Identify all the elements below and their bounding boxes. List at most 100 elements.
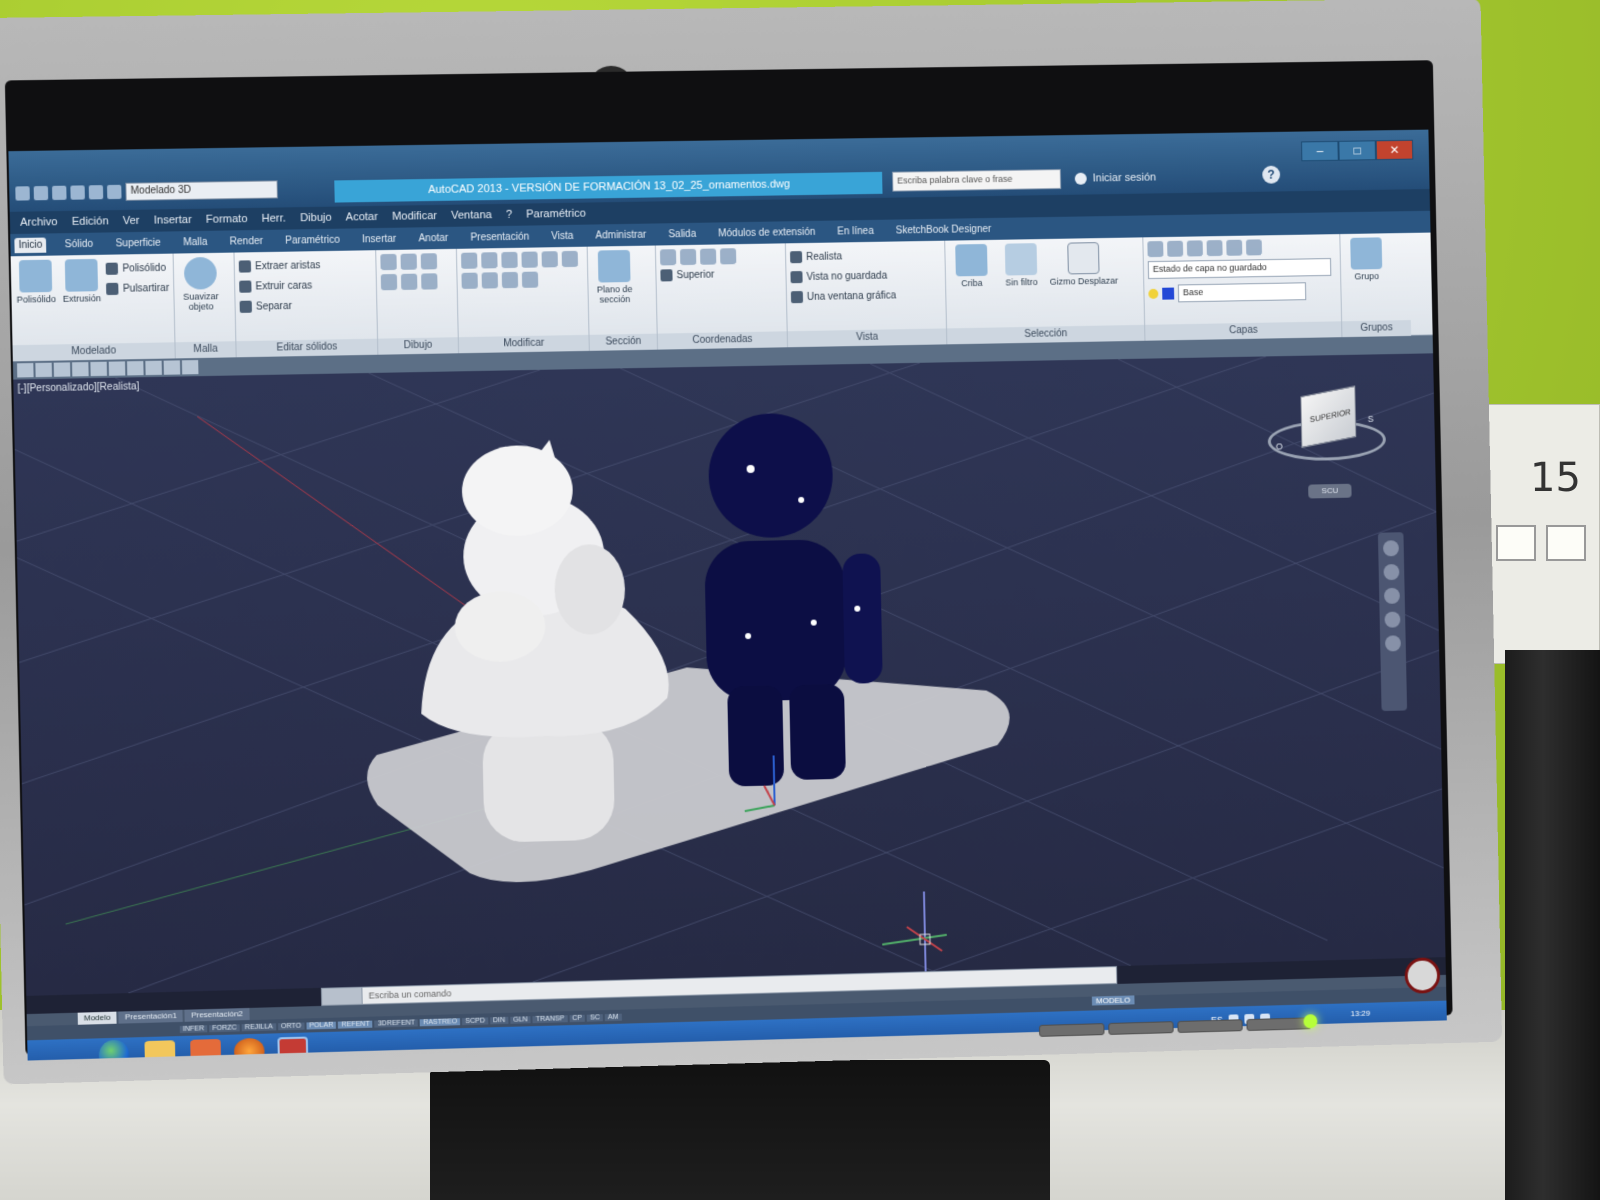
menu-item-ventana[interactable]: Ventana (451, 209, 492, 222)
panel-title-malla[interactable]: Malla (175, 341, 236, 359)
minimize-button[interactable]: – (1301, 140, 1339, 162)
extrude-button[interactable]: Extrusión (60, 258, 103, 316)
panel-title-dibujo[interactable]: Dibujo (378, 337, 459, 355)
workspace-select[interactable]: Modelado 3D (125, 180, 278, 201)
layer-properties-icon[interactable] (1147, 241, 1164, 258)
culling-button[interactable]: Criba (949, 243, 994, 301)
toggle-ducs[interactable]: SCPD (462, 1016, 488, 1025)
help-icon[interactable]: ? (1262, 165, 1281, 184)
polysolid-small-button[interactable]: Polisólido (106, 258, 169, 279)
separate-button[interactable]: Separar (239, 295, 372, 317)
rotate-icon[interactable] (481, 252, 498, 269)
menu-item-dibujo[interactable]: Dibujo (300, 212, 332, 225)
explorer-icon[interactable] (144, 1040, 176, 1061)
toggle-snap[interactable]: FORZC (209, 1023, 240, 1032)
fillet-icon[interactable] (461, 272, 478, 289)
circle-icon[interactable] (420, 253, 438, 270)
toolbar-tool-icon[interactable] (35, 362, 52, 378)
ucs-world-icon[interactable] (679, 248, 697, 266)
menu-item-parametrico[interactable]: Paramétrico (526, 208, 586, 221)
pan-icon[interactable] (1383, 564, 1400, 581)
taskbar-clock[interactable]: 13:29 26/02/2013 (1341, 1006, 1381, 1033)
tab-solido[interactable]: Sólido (61, 236, 98, 252)
model-space-indicator[interactable]: MODELO (1091, 995, 1135, 1006)
open-file-icon[interactable] (52, 185, 67, 201)
menu-item-edicion[interactable]: Edición (72, 215, 109, 228)
tab-superficie[interactable]: Superficie (111, 235, 165, 251)
rectangle-icon[interactable] (400, 273, 418, 290)
tab-modelo[interactable]: Modelo (77, 1011, 117, 1025)
toggle-sc[interactable]: SC (586, 1013, 603, 1022)
copy-icon[interactable] (541, 251, 558, 268)
app-menu-icon[interactable] (15, 186, 30, 201)
toolbar-tool-icon[interactable] (181, 360, 199, 375)
close-button[interactable]: ✕ (1375, 139, 1414, 161)
no-filter-button[interactable]: Sin filtro (999, 243, 1044, 300)
toolbar-tool-icon[interactable] (90, 361, 107, 377)
panel-title-seccion[interactable]: Sección (589, 333, 658, 351)
offset-icon[interactable] (501, 271, 519, 289)
trim-icon[interactable] (481, 272, 499, 289)
toggle-dyn[interactable]: DIN (489, 1016, 509, 1024)
tab-en-linea[interactable]: En línea (833, 223, 878, 239)
firefox-icon[interactable] (233, 1037, 265, 1061)
presspull-button[interactable]: Pulsartirar (106, 278, 169, 299)
erase-icon[interactable] (521, 271, 539, 288)
command-line-close-icon[interactable] (321, 987, 363, 1005)
move-icon[interactable] (461, 252, 478, 269)
tab-administrar[interactable]: Administrar (591, 227, 650, 243)
menu-item-ver[interactable]: Ver (123, 215, 140, 227)
ucs-icon[interactable] (659, 249, 677, 266)
polysolid-button[interactable]: Polisólido (15, 259, 58, 317)
toolbar-tool-icon[interactable] (53, 362, 71, 377)
media-player-icon[interactable] (190, 1038, 222, 1061)
toolbar-tool-icon[interactable] (145, 360, 162, 376)
layer-isolate-icon[interactable] (1167, 240, 1184, 257)
monitor-minus-button[interactable] (1108, 1021, 1174, 1035)
scale-icon[interactable] (501, 251, 518, 269)
array-icon[interactable] (561, 250, 579, 268)
tab-salida[interactable]: Salida (664, 226, 700, 242)
panel-title-grupos[interactable]: Grupos (1342, 320, 1412, 338)
model-viewport[interactable]: [-][Personalizado][Realista] SUPERIOR S … (13, 353, 1446, 996)
menu-item-formato[interactable]: Formato (206, 213, 248, 226)
menu-item-acotar[interactable]: Acotar (346, 211, 378, 224)
ucs-origin-icon[interactable] (699, 248, 717, 265)
redo-icon[interactable] (107, 184, 122, 200)
save-icon[interactable] (70, 185, 85, 200)
search-input[interactable]: Escriba palabra clave o frase (892, 169, 1062, 192)
monitor-input-button[interactable] (1246, 1017, 1312, 1032)
toolbar-tool-icon[interactable] (163, 360, 181, 375)
toggle-grid[interactable]: REJILLA (241, 1022, 276, 1031)
polyline-icon[interactable] (400, 253, 417, 270)
tab-malla[interactable]: Malla (179, 234, 212, 250)
toggle-am[interactable]: AM (604, 1013, 622, 1021)
toggle-3dosnap[interactable]: 3DREFENT (374, 1018, 419, 1028)
signin-button[interactable]: Iniciar sesión (1074, 168, 1157, 189)
extrude-faces-button[interactable]: Extruir caras (239, 274, 372, 296)
named-view-select[interactable]: Vista no guardada (790, 265, 941, 288)
mirror-icon[interactable] (521, 251, 538, 268)
tab-vista[interactable]: Vista (547, 228, 578, 244)
tab-insertar[interactable]: Insertar (358, 231, 401, 247)
tab-anotar[interactable]: Anotar (414, 230, 452, 246)
lightbulb-icon[interactable] (1148, 288, 1159, 299)
section-plane-button[interactable]: Plano de sección (592, 249, 637, 307)
toggle-polar[interactable]: POLAR (306, 1021, 337, 1030)
command-input[interactable]: Escriba un comando (362, 988, 452, 1000)
monitor-menu-button[interactable] (1038, 1023, 1105, 1037)
line-icon[interactable] (380, 253, 397, 271)
toggle-osnap[interactable]: REFENT (338, 1020, 373, 1029)
menu-item-modificar[interactable]: Modificar (392, 210, 437, 223)
tab-parametrico[interactable]: Paramétrico (281, 232, 344, 248)
viewport-config-select[interactable]: Una ventana gráfica (790, 285, 942, 308)
toggle-ortho[interactable]: ORTO (277, 1022, 305, 1030)
extract-edges-button[interactable]: Extraer aristas (238, 254, 372, 276)
toolbar-tool-icon[interactable] (108, 361, 126, 376)
layer-off-icon[interactable] (1206, 240, 1223, 257)
arc-icon[interactable] (380, 273, 398, 291)
menu-item-insertar[interactable]: Insertar (154, 214, 192, 227)
steering-wheel-icon[interactable] (1382, 540, 1399, 557)
menu-item-archivo[interactable]: Archivo (20, 216, 58, 229)
menu-item-ayuda[interactable]: ? (506, 209, 512, 221)
